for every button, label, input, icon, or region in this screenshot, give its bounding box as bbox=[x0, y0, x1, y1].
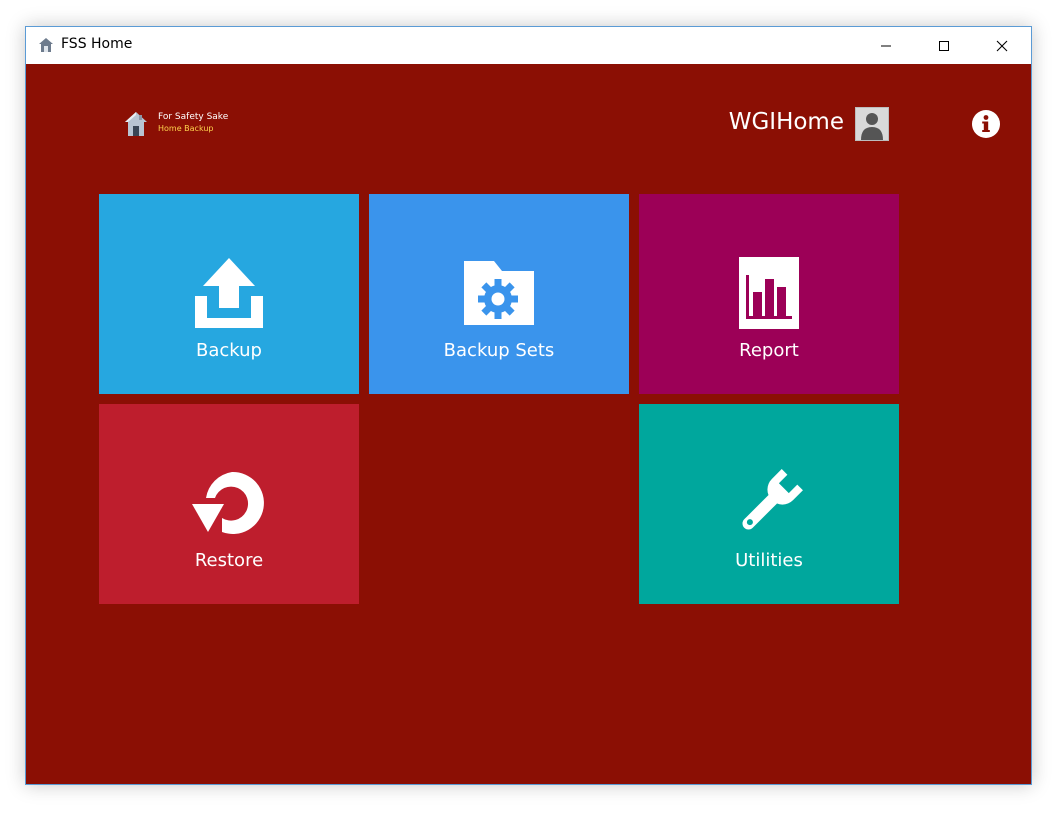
user-name: WGIHome bbox=[728, 109, 844, 135]
brand-subtitle: Home Backup bbox=[158, 124, 214, 133]
backup-tile[interactable]: Backup bbox=[99, 194, 359, 394]
wrench-icon bbox=[742, 469, 803, 530]
folder-gear-icon bbox=[464, 261, 534, 325]
upload-icon bbox=[195, 258, 263, 328]
utilities-tile-label: Utilities bbox=[735, 550, 803, 571]
window-title: FSS Home bbox=[61, 36, 133, 52]
minimize-button[interactable] bbox=[857, 27, 915, 64]
report-tile-label: Report bbox=[739, 340, 799, 361]
app-window: FSS Home For Safety Sake Home Backup WGI… bbox=[25, 26, 1032, 785]
app-icon bbox=[39, 38, 53, 52]
restore-icon bbox=[192, 471, 264, 534]
bar-chart-icon bbox=[739, 257, 799, 329]
restore-tile-label: Restore bbox=[194, 550, 264, 571]
close-button[interactable] bbox=[973, 27, 1031, 64]
backup-tile-label: Backup bbox=[196, 340, 262, 361]
backup-sets-tile-label: Backup Sets bbox=[443, 340, 555, 361]
restore-tile[interactable]: Restore bbox=[99, 404, 359, 604]
minimize-icon bbox=[881, 45, 891, 46]
utilities-tile[interactable]: Utilities bbox=[639, 404, 899, 604]
avatar[interactable] bbox=[855, 107, 889, 141]
house-icon bbox=[125, 112, 147, 136]
maximize-button[interactable] bbox=[915, 27, 973, 64]
brand-name: For Safety Sake bbox=[158, 112, 229, 122]
backup-sets-tile[interactable]: Backup Sets bbox=[369, 194, 629, 394]
close-icon bbox=[996, 40, 1008, 51]
home-content: For Safety Sake Home Backup WGIHome Back… bbox=[26, 64, 1031, 785]
report-tile[interactable]: Report bbox=[639, 194, 899, 394]
user-silhouette-icon bbox=[861, 113, 883, 140]
info-icon[interactable] bbox=[971, 109, 1001, 139]
title-bar[interactable]: FSS Home bbox=[26, 27, 1031, 64]
maximize-icon bbox=[939, 40, 949, 51]
